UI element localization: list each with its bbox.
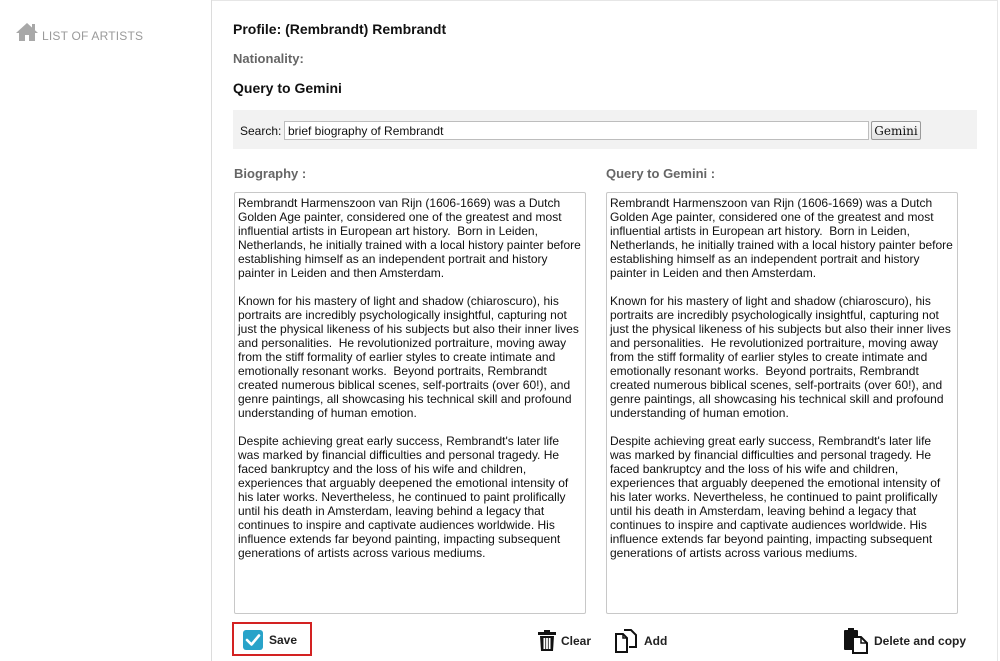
query-section-title: Query to Gemini: [233, 80, 342, 96]
biography-textarea[interactable]: Rembrandt Harmenszoon van Rijn (1606-166…: [234, 192, 586, 614]
clear-button[interactable]: Clear: [537, 630, 591, 652]
right-divider: [997, 0, 998, 661]
checkbox-checked-icon: [242, 629, 264, 651]
page-title: Profile: (Rembrandt) Rembrandt: [233, 21, 447, 37]
nationality-label: Nationality:: [233, 51, 304, 66]
search-label: Search:: [240, 124, 282, 138]
add-label: Add: [644, 634, 668, 648]
clear-label: Clear: [561, 634, 592, 648]
delete-and-copy-button[interactable]: Delete and copy: [843, 628, 966, 654]
clipboard-paste-icon: [843, 628, 871, 654]
search-input[interactable]: [284, 121, 869, 140]
add-button[interactable]: Add: [614, 628, 667, 654]
gemini-result-textarea[interactable]: Rembrandt Harmenszoon van Rijn (1606-166…: [606, 192, 958, 614]
trash-icon: [537, 630, 557, 652]
sidebar: LIST OF ARTISTS: [0, 0, 212, 661]
search-bar: Search: Gemini: [233, 110, 977, 149]
top-divider: [212, 0, 998, 1]
gemini-button[interactable]: Gemini: [871, 121, 921, 140]
delete-and-copy-label: Delete and copy: [874, 634, 967, 648]
save-label: Save: [269, 633, 298, 647]
sidebar-item-list-of-artists[interactable]: LIST OF ARTISTS: [15, 22, 143, 42]
save-button[interactable]: Save: [242, 629, 297, 651]
gemini-result-label: Query to Gemini :: [606, 166, 716, 181]
sidebar-item-label: LIST OF ARTISTS: [42, 29, 144, 43]
biography-label: Biography :: [234, 166, 307, 181]
home-icon: [15, 22, 39, 42]
copy-icon: [614, 628, 640, 654]
